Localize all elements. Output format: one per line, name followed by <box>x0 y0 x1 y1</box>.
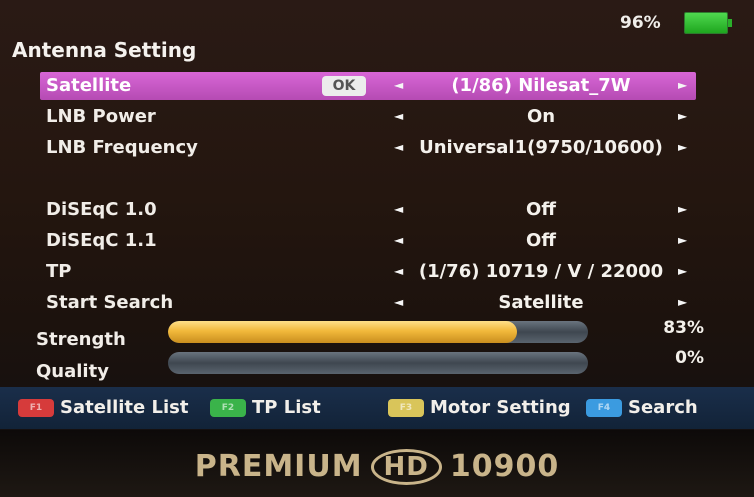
start-search-value: Satellite <box>498 292 584 313</box>
hd-logo-icon: HD <box>370 448 442 485</box>
menu-row-diseqc-10[interactable]: DiSEqC 1.0 ◄ Off ► <box>40 196 696 224</box>
arrow-right-icon[interactable]: ► <box>678 233 687 247</box>
yellow-key-icon: F3 <box>388 398 424 417</box>
tp-list-label: TP List <box>252 397 321 418</box>
arrow-left-icon[interactable]: ◄ <box>394 295 403 309</box>
quality-label: Quality <box>36 361 109 382</box>
tp-list-key[interactable]: F2 TP List <box>210 397 321 419</box>
function-key-bar: F1 Satellite List F2 TP List F3 Motor Setti… <box>0 387 754 429</box>
satellite-value: (1/86) Nilesat_7W <box>451 75 631 96</box>
menu-row-satellite[interactable]: Satellite OK ◄ (1/86) Nilesat_7W ► <box>40 72 696 100</box>
start-search-label: Start Search <box>46 292 174 313</box>
quality-percent: 0% <box>675 348 704 368</box>
satellite-list-key[interactable]: F1 Satellite List <box>18 397 188 419</box>
diseqc-11-label: DiSEqC 1.1 <box>46 230 157 251</box>
battery-icon <box>684 12 732 34</box>
strength-label: Strength <box>36 329 126 350</box>
device-bezel: PREMIUM HD 10900 <box>0 430 754 497</box>
tp-label: TP <box>46 261 72 282</box>
arrow-left-icon[interactable]: ◄ <box>394 202 403 216</box>
arrow-right-icon[interactable]: ► <box>678 295 687 309</box>
search-key[interactable]: F4 Search <box>586 397 698 419</box>
strength-bar <box>168 321 588 343</box>
model-number: 10900 <box>449 449 560 484</box>
strength-percent: 83% <box>663 318 704 338</box>
menu-row-lnb-frequency[interactable]: LNB Frequency ◄ Universal1(9750/10600) ► <box>40 134 696 162</box>
arrow-left-icon[interactable]: ◄ <box>394 140 403 154</box>
page-title: Antenna Setting <box>12 38 197 62</box>
arrow-right-icon[interactable]: ► <box>678 264 687 278</box>
arrow-left-icon[interactable]: ◄ <box>394 233 403 247</box>
brand-name: PREMIUM <box>194 449 363 484</box>
menu-row-start-search[interactable]: Start Search ◄ Satellite ► <box>40 289 696 317</box>
lnb-power-label: LNB Power <box>46 106 156 127</box>
diseqc-10-value: Off <box>526 199 556 220</box>
menu-row-tp[interactable]: TP ◄ (1/76) 10719 / V / 22000 ► <box>40 258 696 286</box>
strength-bar-fill <box>168 321 517 343</box>
blue-key-icon: F4 <box>586 398 622 417</box>
arrow-left-icon[interactable]: ◄ <box>394 264 403 278</box>
arrow-right-icon[interactable]: ► <box>678 78 687 92</box>
tp-value: (1/76) 10719 / V / 22000 <box>418 261 664 282</box>
arrow-right-icon[interactable]: ► <box>678 140 687 154</box>
diseqc-11-value: Off <box>526 230 556 251</box>
lnb-frequency-value: Universal1(9750/10600) <box>419 137 663 158</box>
satellite-label: Satellite <box>46 75 132 96</box>
quality-bar <box>168 352 588 374</box>
search-label: Search <box>628 397 698 418</box>
motor-setting-label: Motor Setting <box>430 397 571 418</box>
menu-row-diseqc-11[interactable]: DiSEqC 1.1 ◄ Off ► <box>40 227 696 255</box>
arrow-left-icon[interactable]: ◄ <box>394 109 403 123</box>
satellite-list-label: Satellite List <box>60 397 189 418</box>
red-key-icon: F1 <box>18 398 54 417</box>
tv-screen: 96% Antenna Setting Satellite OK ◄ (1/86… <box>0 0 754 430</box>
arrow-left-icon[interactable]: ◄ <box>394 78 403 92</box>
menu-row-lnb-power[interactable]: LNB Power ◄ On ► <box>40 103 696 131</box>
brand-logo: PREMIUM HD 10900 <box>0 448 754 485</box>
diseqc-10-label: DiSEqC 1.0 <box>46 199 157 220</box>
lnb-power-value: On <box>526 106 556 127</box>
arrow-right-icon[interactable]: ► <box>678 202 687 216</box>
green-key-icon: F2 <box>210 398 246 417</box>
motor-setting-key[interactable]: F3 Motor Setting <box>388 397 571 419</box>
ok-button[interactable]: OK <box>322 76 366 96</box>
lnb-frequency-label: LNB Frequency <box>46 137 198 158</box>
battery-percent: 96% <box>620 13 661 33</box>
arrow-right-icon[interactable]: ► <box>678 109 687 123</box>
